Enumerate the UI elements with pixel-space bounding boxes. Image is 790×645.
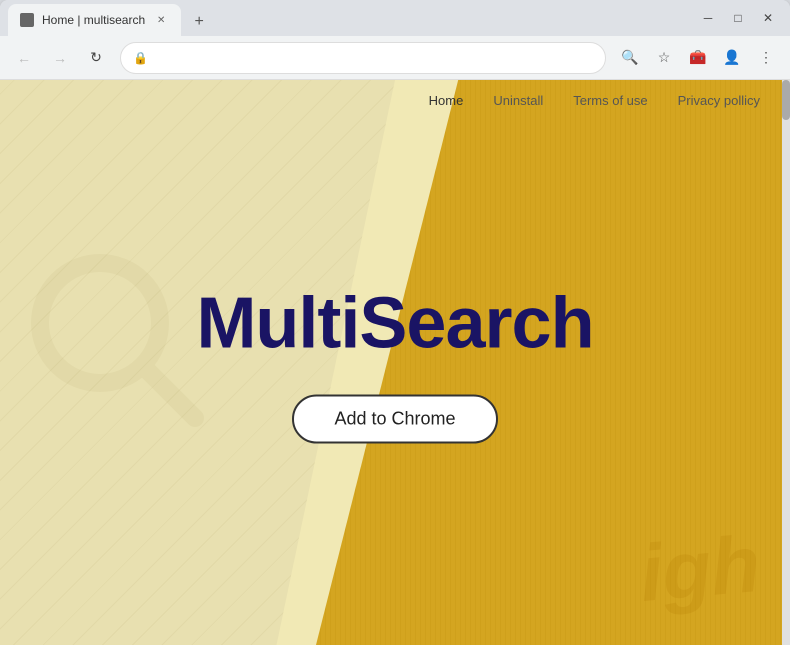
toolbar: ← → ↻ 🔒 🔍 ☆ 🧰 👤 ⋮	[0, 36, 790, 80]
tab-favicon	[20, 13, 34, 27]
refresh-button[interactable]: ↻	[80, 42, 112, 74]
profile-button[interactable]: 👤	[716, 42, 748, 74]
close-button[interactable]: ✕	[754, 4, 782, 32]
lock-icon: 🔒	[133, 51, 148, 65]
tab-title: Home | multisearch	[42, 13, 145, 27]
scrollbar[interactable]	[782, 80, 790, 645]
back-button[interactable]: ←	[8, 42, 40, 74]
nav-uninstall[interactable]: Uninstall	[493, 93, 543, 108]
maximize-button[interactable]: □	[724, 4, 752, 32]
add-to-chrome-button[interactable]: Add to Chrome	[292, 394, 497, 443]
site-navigation: Home Uninstall Terms of use Privacy poll…	[0, 80, 790, 120]
extensions-button[interactable]: 🧰	[682, 42, 714, 74]
menu-button[interactable]: ⋮	[750, 42, 782, 74]
nav-privacy[interactable]: Privacy pollicy	[678, 93, 760, 108]
tabs-area: Home | multisearch ✕ +	[8, 0, 694, 36]
nav-terms[interactable]: Terms of use	[573, 93, 647, 108]
minimize-button[interactable]: ─	[694, 4, 722, 32]
page: igh Home Uninstall Terms of use Privacy …	[0, 80, 790, 645]
window-controls: ─ □ ✕	[694, 4, 782, 32]
search-button[interactable]: 🔍	[614, 42, 646, 74]
active-tab[interactable]: Home | multisearch ✕	[8, 4, 181, 36]
new-tab-button[interactable]: +	[185, 8, 213, 36]
toolbar-actions: 🔍 ☆ 🧰 👤 ⋮	[614, 42, 782, 74]
web-content: igh Home Uninstall Terms of use Privacy …	[0, 80, 790, 645]
tab-close-button[interactable]: ✕	[153, 12, 169, 28]
bookmark-button[interactable]: ☆	[648, 42, 680, 74]
forward-button[interactable]: →	[44, 42, 76, 74]
browser-window: Home | multisearch ✕ + ─ □ ✕ ← → ↻ 🔒 🔍	[0, 0, 790, 645]
watermark-text: igh	[636, 518, 764, 620]
nav-home[interactable]: Home	[429, 93, 464, 108]
brand-title: MultiSearch	[95, 282, 695, 364]
title-bar: Home | multisearch ✕ + ─ □ ✕	[0, 0, 790, 36]
address-bar[interactable]: 🔒	[120, 42, 606, 74]
hero-section: MultiSearch Add to Chrome	[95, 282, 695, 443]
